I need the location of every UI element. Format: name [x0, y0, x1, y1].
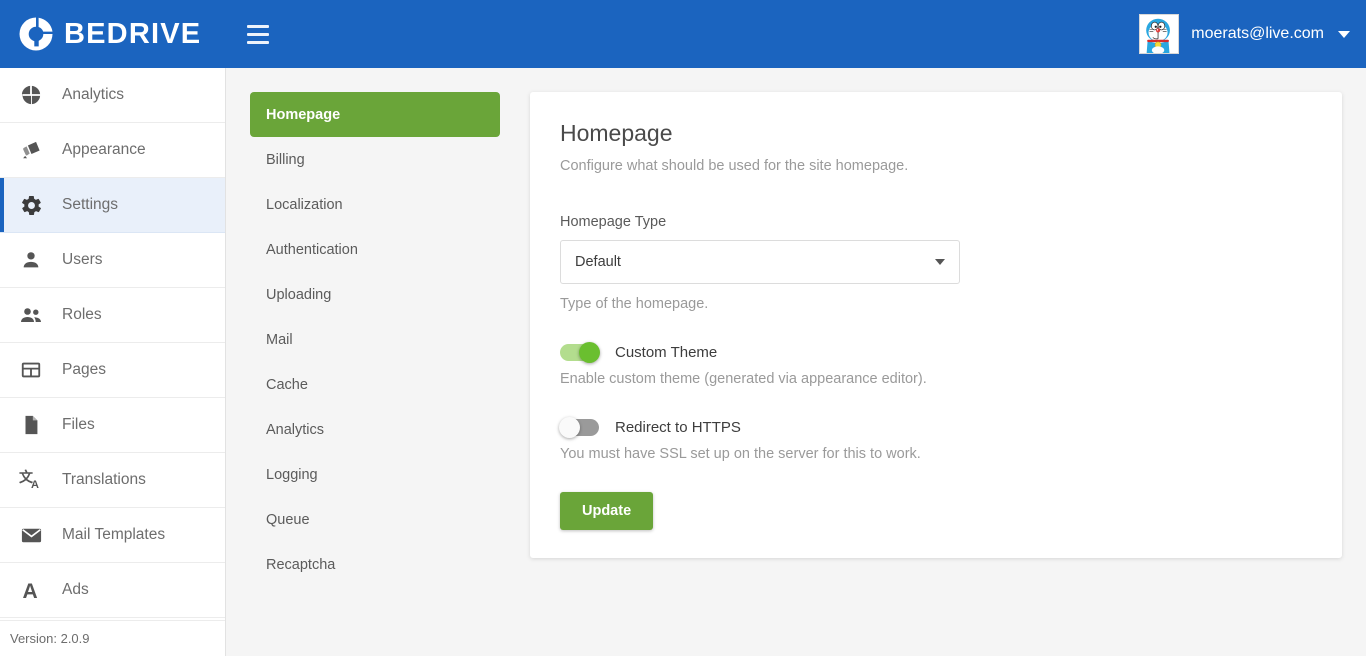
- settings-tab-label: Localization: [266, 196, 343, 213]
- sidebar-item-label: Appearance: [62, 141, 146, 158]
- custom-theme-hint: Enable custom theme (generated via appea…: [560, 370, 927, 387]
- settings-tab-label: Homepage: [266, 106, 341, 123]
- custom-theme-toggle[interactable]: [560, 341, 600, 363]
- page-layout-icon: [18, 357, 44, 383]
- gear-icon: [18, 192, 44, 218]
- svg-text:A: A: [23, 580, 38, 602]
- sidebar-item-files[interactable]: Files: [0, 398, 225, 453]
- sidebar-item-label: Pages: [62, 361, 106, 378]
- settings-panel-card: Homepage Configure what should be used f…: [530, 92, 1342, 558]
- settings-tab-authentication[interactable]: Authentication: [250, 227, 500, 272]
- redirect-https-row: Redirect to HTTPS: [559, 416, 1312, 438]
- settings-tab-localization[interactable]: Localization: [250, 182, 500, 227]
- homepage-type-select[interactable]: Default: [560, 239, 960, 284]
- sidebar-item-label: Files: [62, 416, 95, 433]
- settings-tab-label: Logging: [266, 466, 318, 483]
- custom-theme-label: Custom Theme: [615, 343, 718, 361]
- svg-text:A: A: [31, 479, 39, 491]
- settings-tab-label: Mail: [266, 331, 293, 348]
- letter-a-icon: A: [18, 577, 44, 603]
- settings-tab-analytics[interactable]: Analytics: [250, 407, 500, 452]
- settings-tab-recaptcha[interactable]: Recaptcha: [250, 542, 500, 587]
- sidebar-item-analytics[interactable]: Analytics: [0, 68, 225, 123]
- main-sidebar: Analytics Appearance Settings Users Role…: [0, 68, 226, 656]
- chevron-down-icon: [1338, 30, 1350, 38]
- sidebar-item-label: Translations: [62, 471, 146, 488]
- toggle-knob: [559, 416, 580, 438]
- sidebar-item-label: Settings: [62, 196, 119, 213]
- redirect-https-label: Redirect to HTTPS: [615, 418, 741, 436]
- settings-tab-billing[interactable]: Billing: [250, 137, 500, 182]
- user-email-label: moerats@live.com: [1191, 25, 1324, 42]
- sidebar-item-pages[interactable]: Pages: [0, 343, 225, 398]
- sidebar-item-users[interactable]: Users: [0, 233, 225, 288]
- settings-tab-logging[interactable]: Logging: [250, 452, 500, 497]
- file-icon: [18, 412, 44, 438]
- top-header-bar: BEDRIVE moerats@live.com: [0, 0, 1366, 68]
- settings-tab-uploading[interactable]: Uploading: [250, 272, 500, 317]
- sidebar-item-translations[interactable]: 文 A Translations: [0, 453, 225, 508]
- sidebar-item-label: Ads: [62, 581, 89, 598]
- hamburger-bar: [247, 24, 270, 28]
- toggle-knob: [579, 341, 600, 363]
- hamburger-bar: [247, 40, 270, 44]
- doraemon-avatar-image: [1139, 14, 1180, 54]
- homepage-type-hint: Type of the homepage.: [560, 295, 709, 312]
- page-subtitle: Configure what should be used for the si…: [560, 157, 909, 174]
- brand-logo-link[interactable]: BEDRIVE: [16, 0, 201, 68]
- sidebar-item-label: Analytics: [62, 86, 125, 103]
- settings-tab-mail[interactable]: Mail: [250, 317, 500, 362]
- sidebar-item-label: Users: [62, 251, 103, 268]
- settings-tab-label: Billing: [266, 151, 305, 168]
- pie-chart-icon: [18, 82, 44, 108]
- brand-name: BEDRIVE: [64, 17, 202, 50]
- redirect-https-hint: You must have SSL set up on the server f…: [560, 445, 921, 462]
- settings-tab-queue[interactable]: Queue: [250, 497, 500, 542]
- hamburger-menu-icon[interactable]: [241, 17, 275, 51]
- settings-tab-label: Queue: [266, 511, 310, 528]
- custom-theme-row: Custom Theme: [560, 341, 1312, 363]
- envelope-icon: [18, 522, 44, 548]
- settings-tab-label: Cache: [266, 376, 308, 393]
- sidebar-item-mail-templates[interactable]: Mail Templates: [0, 508, 225, 563]
- settings-tab-label: Uploading: [266, 286, 332, 303]
- redirect-https-toggle[interactable]: [559, 416, 599, 438]
- page-title: Homepage: [560, 120, 673, 146]
- settings-tab-label: Recaptcha: [266, 556, 336, 573]
- sidebar-item-label: Mail Templates: [62, 526, 166, 543]
- user-menu-button[interactable]: moerats@live.com: [1139, 14, 1350, 54]
- homepage-type-label: Homepage Type: [560, 213, 667, 230]
- hamburger-bar: [247, 32, 270, 36]
- sidebar-item-label: Roles: [62, 306, 102, 323]
- bedrive-c-logo-icon: [16, 14, 56, 54]
- app-version-label: Version: 2.0.9: [0, 620, 225, 656]
- settings-tab-cache[interactable]: Cache: [250, 362, 500, 407]
- settings-section-nav: Homepage Billing Localization Authentica…: [250, 92, 500, 587]
- update-button[interactable]: Update: [560, 491, 654, 530]
- settings-tab-label: Analytics: [266, 421, 325, 438]
- translate-icon: 文 A: [18, 467, 44, 493]
- sidebar-item-roles[interactable]: Roles: [0, 288, 225, 343]
- people-group-icon: [18, 302, 44, 328]
- homepage-type-value: Default: [575, 253, 621, 270]
- paint-roller-icon: [18, 137, 44, 163]
- sidebar-item-settings[interactable]: Settings: [0, 178, 225, 233]
- person-icon: [18, 247, 44, 273]
- sidebar-item-ads[interactable]: A Ads: [0, 563, 225, 618]
- sidebar-item-appearance[interactable]: Appearance: [0, 123, 225, 178]
- settings-tab-label: Authentication: [266, 241, 358, 258]
- triangle-down-icon: [935, 258, 945, 265]
- settings-tab-homepage[interactable]: Homepage: [250, 92, 500, 137]
